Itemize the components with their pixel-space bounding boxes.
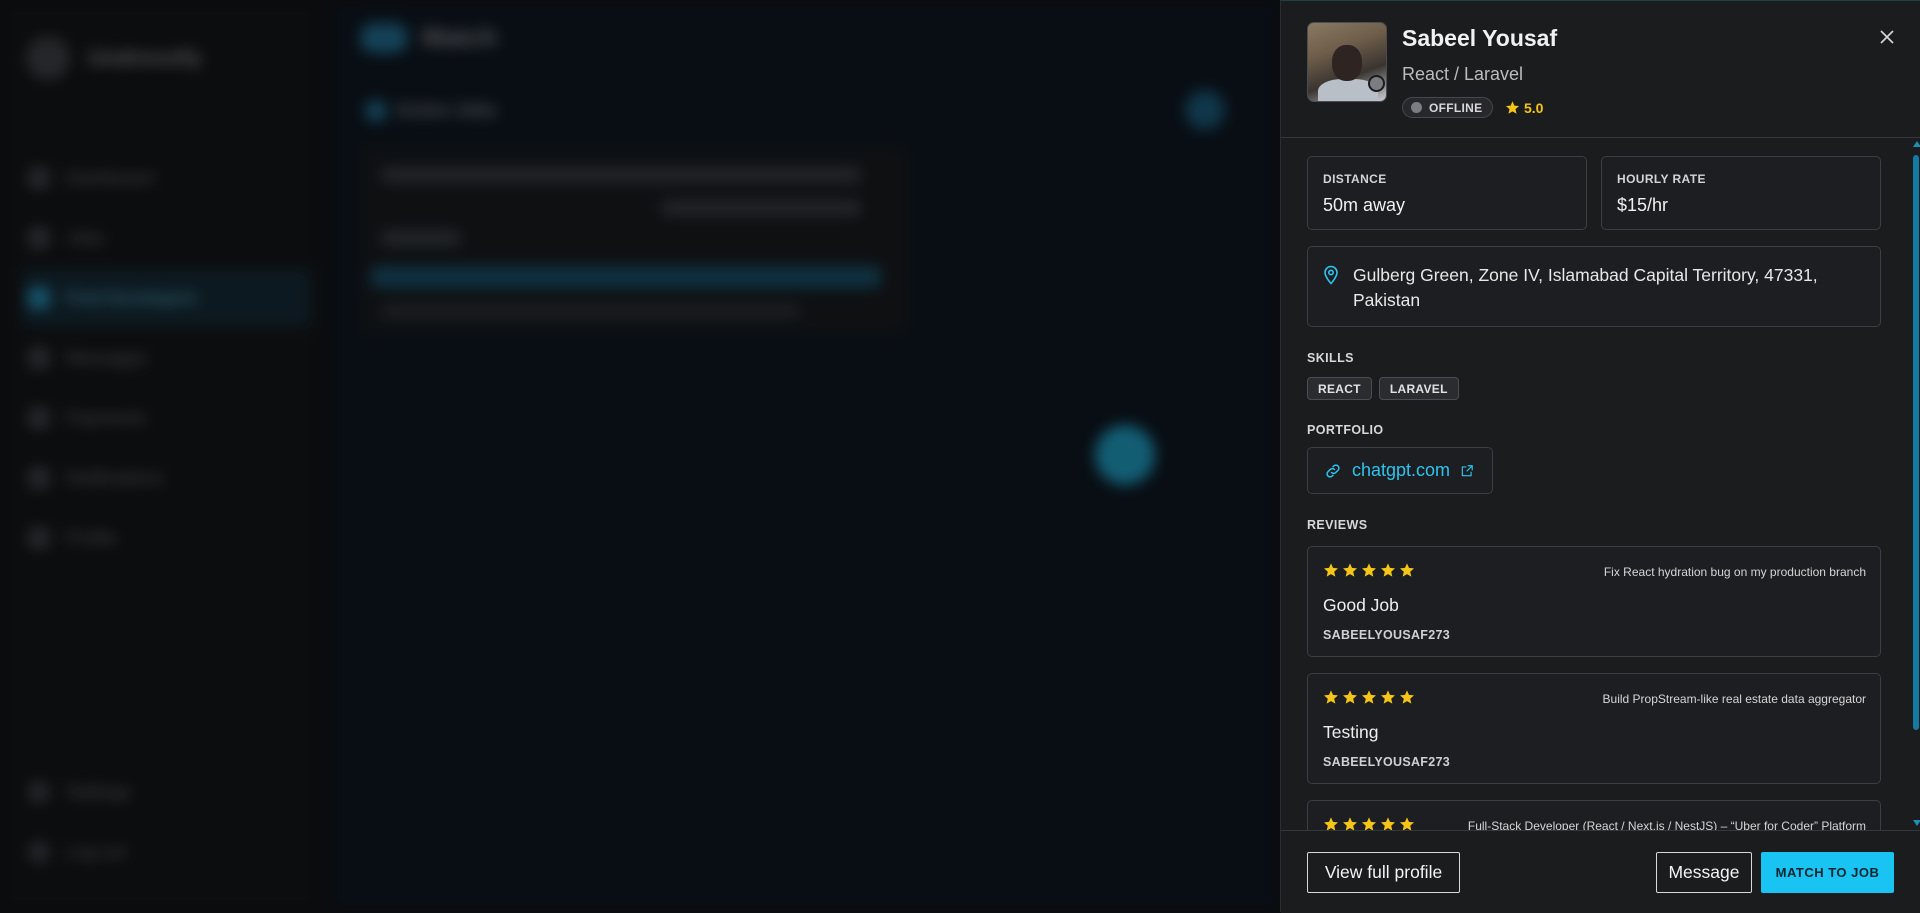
address-text: Gulberg Green, Zone IV, Islamabad Capita… [1353,265,1818,310]
star-icon [1342,816,1358,830]
bg-brand: Undressify [88,45,202,70]
star-icon [1323,816,1339,830]
skill-chip: REACT [1307,377,1372,400]
bg-nav-item: Dashboard [22,148,312,208]
distance-label: DISTANCE [1323,172,1387,186]
close-button[interactable] [1875,25,1899,49]
hourly-rate-label: HOURLY RATE [1617,172,1706,186]
review-stars [1323,562,1415,578]
distance-value: 50m away [1323,195,1406,215]
map-pin-icon [1324,265,1338,285]
portfolio-link-text: chatgpt.com [1352,460,1451,480]
status-label: OFFLINE [1429,100,1483,115]
star-icon [1342,689,1358,705]
review-job-title: Full-Stack Developer (React / Next.js / … [1467,819,1866,830]
bg-section-title: Active Jobs [366,100,497,121]
link-icon [1326,463,1340,478]
avatar [1307,22,1387,102]
bg-footer-nav: Settings Log out [22,762,312,882]
bg-nav-item: Settings [22,762,312,822]
skills-title: SKILLS [1307,351,1354,365]
drawer-footer: View full profile Message MATCH TO JOB [1281,830,1920,913]
bg-nav-item: Log out [22,822,312,882]
hourly-rate-card: HOURLY RATE $15/hr [1601,156,1881,230]
message-button[interactable]: Message [1656,852,1752,893]
rating-value: 5.0 [1524,99,1544,116]
bg-glow [1095,425,1155,485]
drawer-scrollbar[interactable] [1911,138,1920,830]
scroll-up-arrow-icon[interactable] [1913,141,1920,147]
review-text: Good Job [1323,595,1399,615]
close-icon [1880,30,1894,44]
view-full-profile-button[interactable]: View full profile [1307,852,1460,893]
review-author: SABEELYOUSAF273 [1323,628,1450,642]
bg-page-title: Match [360,22,497,53]
bg-nav-item: Messages [22,328,312,388]
bg-sidebar: Undressify Dashboard Jobs Find Developer… [0,0,320,912]
skills-list: REACT LARAVEL [1307,377,1459,400]
hourly-rate-value: $15/hr [1617,195,1669,215]
drawer-body[interactable]: DISTANCE 50m away HOURLY RATE $15/hr Gul… [1281,138,1920,830]
star-icon [1361,562,1377,578]
bg-nav-item: Find Developers [22,268,312,328]
star-icon [1399,562,1415,578]
developer-name: Sabeel Yousaf [1402,25,1558,51]
review-card: Build PropStream-like real estate data a… [1307,673,1881,784]
review-author: SABEELYOUSAF273 [1323,755,1450,769]
review-job-title: Build PropStream-like real estate data a… [1602,692,1866,706]
bg-glow [1185,90,1225,130]
external-link-icon [1461,464,1473,476]
distance-card: DISTANCE 50m away [1307,156,1587,230]
bg-nav-item: Jobs [22,208,312,268]
background-app: Undressify Dashboard Jobs Find Developer… [0,0,1280,912]
status-dot-icon [1411,102,1422,113]
bg-nav: Dashboard Jobs Find Developers Messages … [22,148,312,568]
bg-logo: Undressify [26,36,202,80]
status-badge: OFFLINE [1402,97,1494,118]
bg-card [360,145,910,335]
address-card: Gulberg Green, Zone IV, Islamabad Capita… [1307,246,1881,327]
star-icon [1342,562,1358,578]
skill-chip: LARAVEL [1378,377,1459,400]
bg-nav-item: Notifications [22,448,312,508]
presence-indicator [1368,75,1385,92]
portfolio-title: PORTFOLIO [1307,423,1384,437]
star-icon [1380,689,1396,705]
match-to-job-button[interactable]: MATCH TO JOB [1761,852,1894,893]
bg-nav-item: Profile [22,508,312,568]
bg-nav-item: Payments [22,388,312,448]
review-text: Testing [1323,722,1379,742]
review-stars [1323,689,1415,705]
developer-profile-drawer: Sabeel Yousaf React / Laravel OFFLINE 5.… [1280,0,1920,913]
review-card: Full-Stack Developer (React / Next.js / … [1307,800,1881,830]
reviews-title: REVIEWS [1307,518,1368,532]
scrollbar-thumb[interactable] [1913,155,1919,730]
star-icon [1323,562,1339,578]
star-icon [1399,816,1415,830]
review-stars [1323,816,1415,830]
star-icon [1323,689,1339,705]
review-job-title: Fix React hydration bug on my production… [1603,565,1866,579]
review-card: Fix React hydration bug on my production… [1307,546,1881,657]
star-icon [1399,689,1415,705]
rating: 5.0 [1505,97,1543,118]
star-icon [1361,689,1377,705]
star-icon [1505,101,1520,114]
developer-role: React / Laravel [1402,64,1524,84]
drawer-header: Sabeel Yousaf React / Laravel OFFLINE 5.… [1281,1,1920,138]
portfolio-link[interactable]: chatgpt.com [1307,447,1493,494]
star-icon [1361,816,1377,830]
scroll-down-arrow-icon[interactable] [1913,820,1920,826]
star-icon [1380,816,1396,830]
star-icon [1380,562,1396,578]
